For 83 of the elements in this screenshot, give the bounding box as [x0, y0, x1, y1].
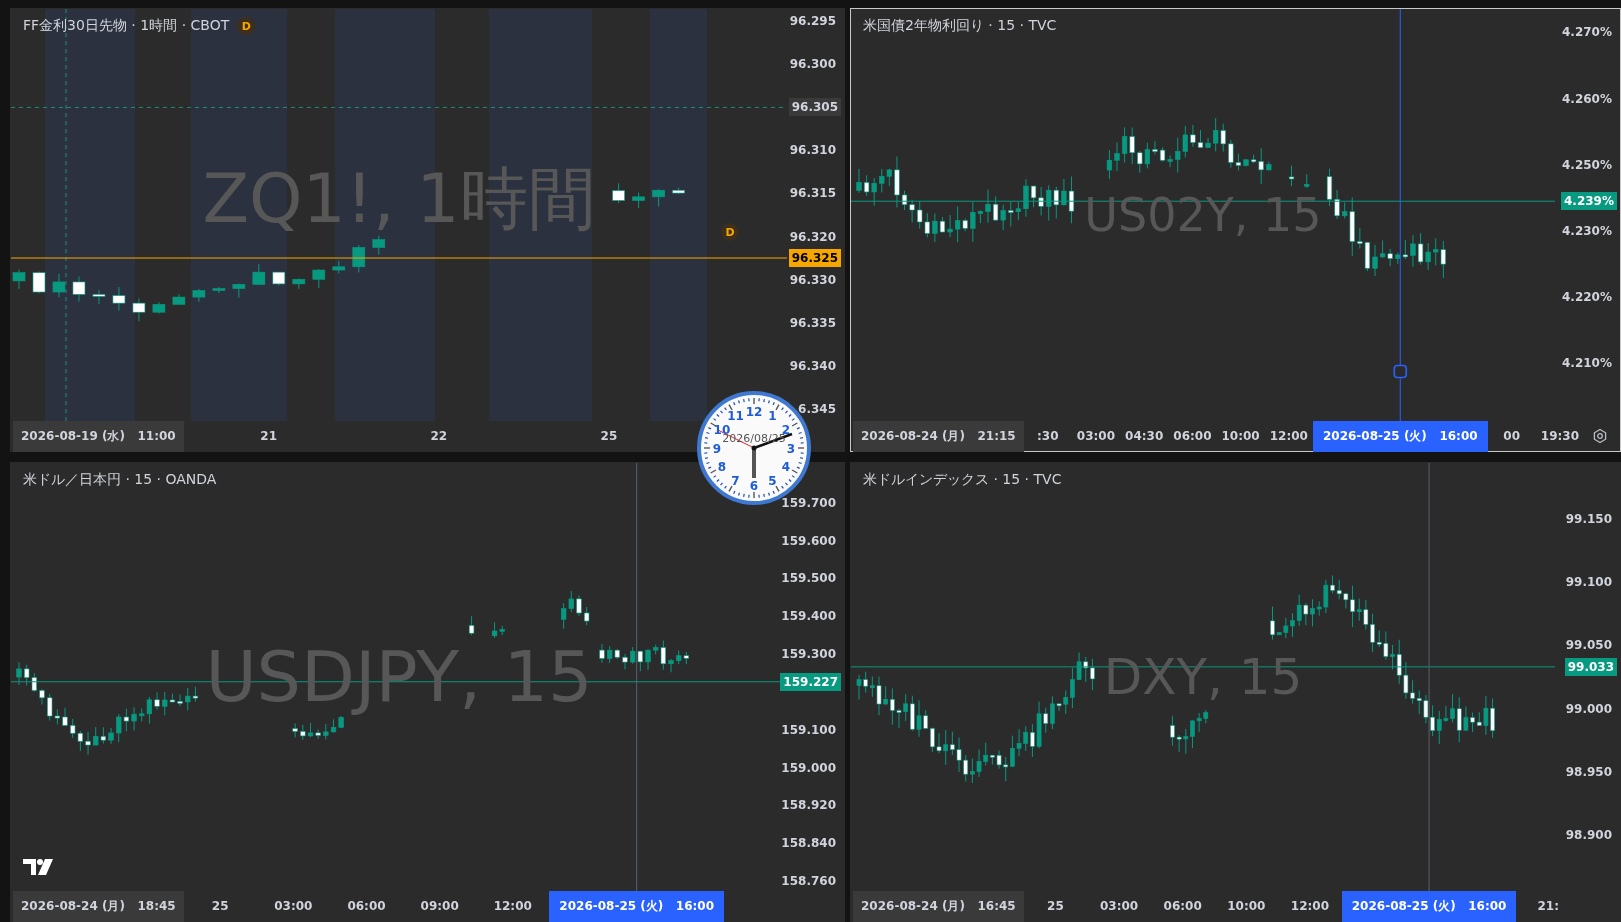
chart-watermark: DXY, 15 — [1103, 652, 1303, 702]
time-axis-label: 10:00 — [1226, 899, 1267, 913]
time-axis-label: 12:00 — [492, 899, 533, 913]
time-axis-label: 06:00 — [346, 899, 387, 913]
crosshair-time-label: 2026-08-25 (火) 16:00 — [1341, 890, 1517, 922]
time-axis-label: 25 — [599, 429, 619, 443]
time-axis-label: 03:00 — [273, 899, 314, 913]
price-axis-label: 4.230% — [1561, 223, 1613, 240]
price-marker-label: 96.305 — [788, 98, 841, 117]
crosshair-time-label: 2026-08-25 (火) 16:00 — [549, 890, 724, 922]
time-axis-date: 2026-08-24 (月) 16:45 — [853, 890, 1024, 922]
clock-number: 11 — [727, 409, 744, 424]
price-axis-label: 99.150 — [1564, 510, 1613, 528]
dividend-badge: D — [721, 223, 740, 242]
price-axis-label: 159.100 — [780, 721, 837, 739]
price-axis-label: 96.315 — [788, 185, 837, 203]
clock-number: 5 — [768, 473, 777, 488]
last-price-label: 99.033 — [1564, 657, 1617, 676]
time-axis-label: 21 — [259, 429, 279, 443]
price-axis-label: 99.100 — [1564, 573, 1613, 591]
time-axis-label: :30 — [1036, 429, 1060, 443]
chart-watermark: US02Y, 15 — [1084, 192, 1322, 238]
clock-number: 3 — [786, 441, 796, 456]
price-axis-label: 4.210% — [1561, 355, 1613, 373]
time-axis-label: 25 — [210, 899, 230, 913]
price-axis-label: 6.345 — [797, 400, 837, 418]
price-axis-label: 159.600 — [780, 532, 837, 550]
price-axis-label: 96.320 — [788, 228, 837, 246]
price-axis-label: 158.760 — [780, 873, 837, 891]
price-axis-label: 96.310 — [788, 142, 837, 160]
clock-number: 8 — [717, 460, 727, 474]
price-axis-label: 98.900 — [1564, 827, 1613, 845]
price-axis-label: 96.295 — [788, 13, 837, 31]
clock-number: 1 — [768, 409, 777, 424]
price-axis-label: 4.260% — [1561, 90, 1613, 108]
last-price-label: 96.325 — [788, 249, 841, 267]
price-axis-label: 158.920 — [780, 797, 837, 815]
crosshair-time-label: 2026-08-25 (火) 16:00 — [1312, 420, 1488, 452]
price-axis-label: 99.000 — [1564, 700, 1613, 718]
clock-number: 9 — [712, 441, 722, 456]
price-axis-label: 96.330 — [788, 271, 837, 289]
last-price-label: 4.239% — [1561, 192, 1617, 211]
price-axis-label: 4.220% — [1561, 289, 1613, 307]
price-axis-label: 4.250% — [1561, 156, 1613, 174]
time-axis-label: 06:00 — [1162, 899, 1203, 913]
price-axis-label: 96.340 — [788, 357, 837, 375]
clock-number: 4 — [781, 460, 791, 474]
chart-title: 米ドルインデックス · 15 · TVC — [863, 471, 1062, 489]
time-axis-label: 09:00 — [419, 899, 460, 913]
time-axis-label: 12:00 — [1268, 429, 1309, 443]
time-axis-label: 25 — [1046, 899, 1065, 913]
chart-title: 米ドル／日本円 · 15 · OANDA — [23, 471, 217, 489]
clock-number: 6 — [749, 478, 759, 493]
time-axis-label: 04:30 — [1124, 429, 1165, 443]
time-axis-label: 03:00 — [1075, 429, 1117, 443]
price-axis-label: 158.840 — [780, 835, 837, 853]
time-axis-label: 00 — [1502, 429, 1522, 443]
clock-number: 2 — [781, 423, 791, 437]
price-axis-label: 96.335 — [788, 314, 837, 332]
chart-title: 米国債2年物利回り · 15 · TVC — [863, 17, 1057, 35]
time-axis-label: 10:00 — [1220, 429, 1261, 443]
time-axis-label: 12:00 — [1289, 899, 1331, 913]
time-axis-label: 19:30 — [1539, 429, 1580, 443]
price-axis-label: 4.270% — [1561, 24, 1613, 42]
price-axis-label: 159.300 — [780, 646, 837, 664]
chart-title: FF金利30日先物 · 1時間 · CBOT — [23, 17, 230, 35]
time-axis-date: 2026-08-24 (月) 21:15 — [853, 420, 1024, 452]
price-axis-label: 99.050 — [1564, 637, 1613, 655]
price-axis-label: 98.950 — [1564, 764, 1613, 781]
time-axis-date: 2026-08-24 (月) 18:45 — [13, 890, 184, 922]
time-axis-date: 2026-08-19 (水) 11:00 — [13, 420, 184, 452]
last-price-label: 159.227 — [780, 672, 841, 691]
price-axis-label: 159.500 — [780, 570, 837, 588]
time-axis-label: 06:00 — [1172, 429, 1213, 443]
time-axis-label: 21: — [1536, 899, 1560, 913]
price-axis-label: 159.400 — [780, 608, 837, 626]
price-axis-label: 159.000 — [780, 759, 837, 777]
clock-number: 12 — [745, 404, 763, 419]
price-axis-label: 159.700 — [780, 494, 837, 512]
clock-number: 7 — [731, 473, 740, 488]
price-axis-label: 96.300 — [788, 56, 837, 74]
time-axis-label: 03:00 — [1098, 899, 1140, 913]
time-axis-label: 22 — [429, 429, 449, 443]
